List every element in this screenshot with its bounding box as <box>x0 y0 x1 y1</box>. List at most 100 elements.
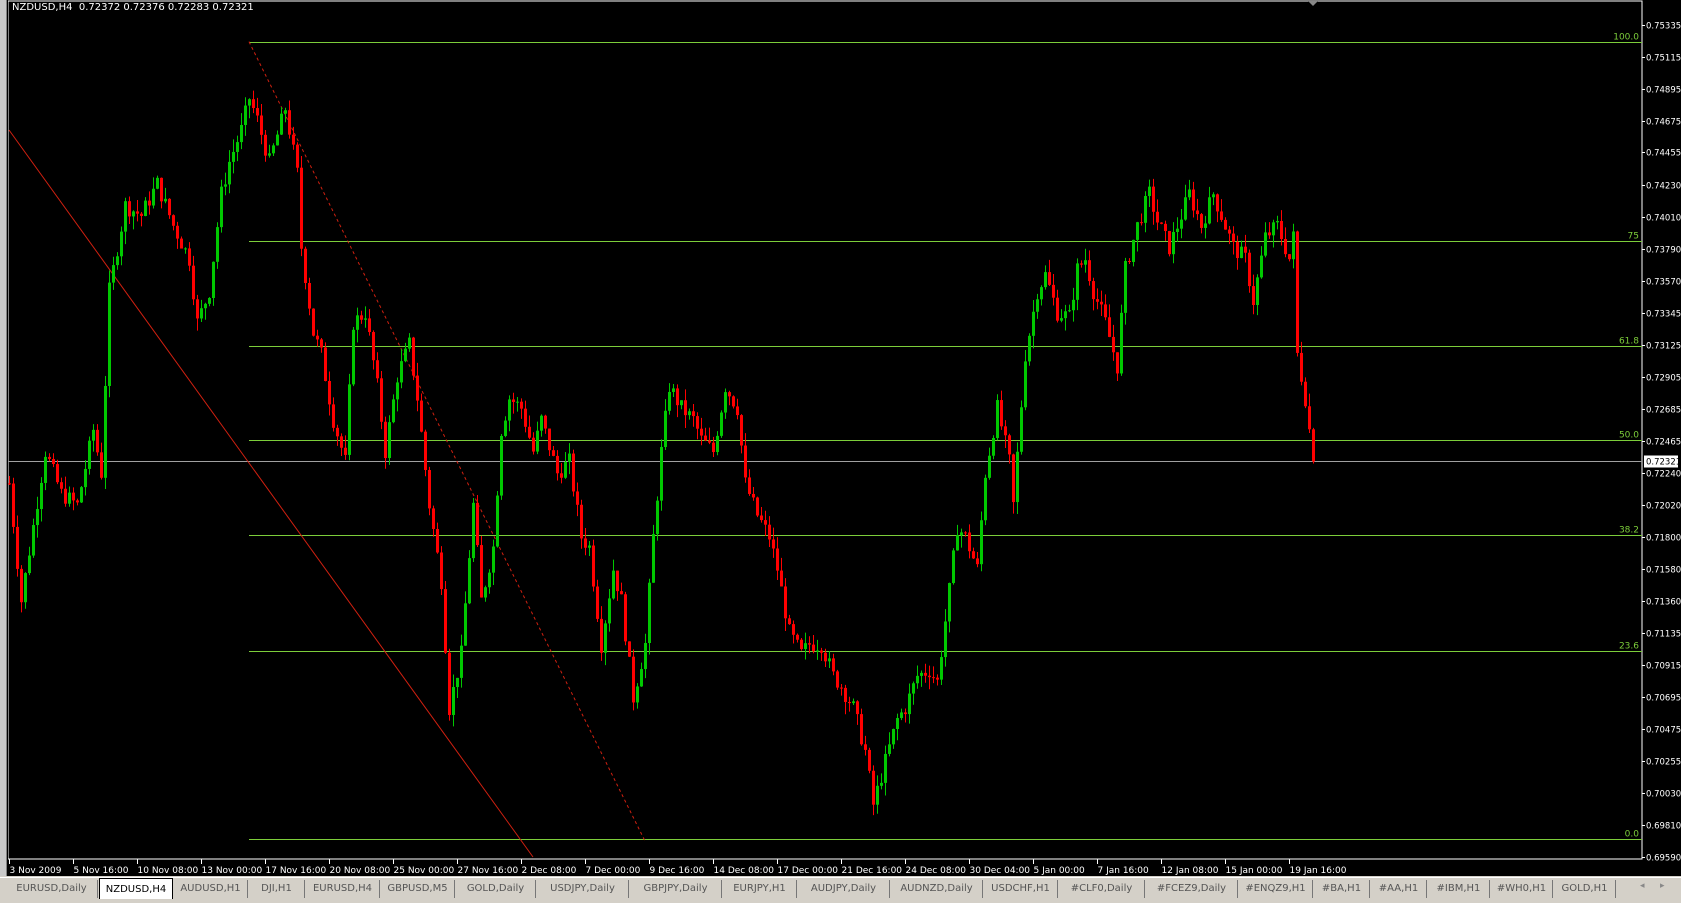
candle-body <box>1112 336 1115 353</box>
tab--clf0-daily[interactable]: #CLF0,Daily <box>1059 880 1145 898</box>
candle-body <box>600 618 603 653</box>
candle-body <box>120 231 123 257</box>
candle-body <box>228 161 231 185</box>
candle-body <box>588 545 591 548</box>
candle-body <box>852 701 855 704</box>
candle-body <box>1056 297 1059 321</box>
candle-body <box>980 520 983 565</box>
price-tick-label: 0.75335 <box>1646 22 1681 32</box>
candle-body <box>456 677 459 688</box>
candle-body <box>444 589 447 653</box>
tab-gold-daily[interactable]: GOLD,Daily <box>456 880 536 898</box>
candle-body <box>1104 304 1107 318</box>
price-tick-label: 0.69590 <box>1646 854 1681 864</box>
candle-body <box>100 452 103 478</box>
candle-body <box>1200 214 1203 228</box>
candle-body <box>1304 381 1307 407</box>
candle-body <box>96 429 99 453</box>
candle-body <box>560 473 563 478</box>
candle-body <box>160 177 163 202</box>
candle-body <box>1176 228 1179 232</box>
candle-body <box>880 782 883 786</box>
tab-dji-h1[interactable]: DJI,H1 <box>249 880 305 898</box>
time-tick-label: 7 Jan 16:00 <box>1098 866 1150 876</box>
chart-window[interactable]: 100.0 75 61.8 50.0 38.2 23.6 0.0 0.75335 0.75115… <box>0 0 1681 876</box>
candle-body <box>356 315 359 330</box>
tab-usdjpy-daily[interactable]: USDJPY,Daily <box>537 880 629 898</box>
candle-body <box>868 749 871 771</box>
candle-body <box>664 410 667 448</box>
candle-body <box>1268 232 1271 236</box>
trendline-solid <box>8 129 534 858</box>
tab-audjpy-daily[interactable]: AUDJPY,Daily <box>798 880 890 898</box>
candle-body <box>212 261 215 298</box>
candle-body <box>712 442 715 453</box>
candle-body <box>8 483 11 485</box>
candle-body <box>740 415 743 446</box>
candle-body <box>244 105 247 126</box>
price-chart[interactable]: 100.0 75 61.8 50.0 38.2 23.6 0.0 0.75335 0.75115… <box>8 0 1681 876</box>
time-tick-label: 15 Jan 00:00 <box>1226 866 1283 876</box>
tab--ibm-h1[interactable]: #IBM,H1 <box>1428 880 1490 898</box>
candle-body <box>1188 189 1191 198</box>
candle-body <box>1180 219 1183 229</box>
tab-eurusd-daily[interactable]: EURUSD,Daily <box>6 880 98 898</box>
candle-body <box>1008 435 1011 455</box>
tab-eurusd-h4[interactable]: EURUSD,H4 <box>306 880 380 898</box>
candle-body <box>172 215 175 226</box>
candle-body <box>476 502 479 546</box>
candle-body <box>304 248 307 283</box>
tab-audnzd-daily[interactable]: AUDNZD,Daily <box>891 880 983 898</box>
candle-body <box>288 110 291 135</box>
candle-body <box>1220 211 1223 220</box>
candle-body <box>904 712 907 715</box>
price-tick-label: 0.72465 <box>1646 438 1681 448</box>
candle-body <box>1012 454 1015 503</box>
tab--fcez9-daily[interactable]: #FCEZ9,Daily <box>1146 880 1238 898</box>
tab--ba-h1[interactable]: #BA,H1 <box>1314 880 1370 898</box>
candle-body <box>428 470 431 509</box>
candle-body <box>44 456 47 483</box>
candle-body <box>1260 255 1263 278</box>
candle-body <box>672 388 675 392</box>
candle-body <box>680 400 683 406</box>
candle-body <box>364 318 367 320</box>
tab-audusd-h1[interactable]: AUDUSD,H1 <box>174 880 248 898</box>
tab-scroll-left-button[interactable]: ◂ <box>1640 881 1645 891</box>
candle-body <box>932 677 935 679</box>
candle-body <box>116 256 119 266</box>
candle-body <box>864 744 867 750</box>
tab-eurjpy-h1[interactable]: EURJPY,H1 <box>723 880 797 898</box>
candle-body <box>1308 406 1311 430</box>
candle-body <box>208 297 211 304</box>
candle-body <box>332 404 335 428</box>
candle-body <box>424 431 427 471</box>
tab-nzdusd-h4[interactable]: NZDUSD,H4 <box>99 878 173 899</box>
price-tick-label: 0.70255 <box>1646 758 1681 768</box>
candle-body <box>528 426 531 438</box>
candle-body <box>1280 221 1283 240</box>
tab-gold-h1[interactable]: GOLD,H1 <box>1554 880 1616 898</box>
candle-body <box>320 339 323 348</box>
candle-body <box>276 134 279 146</box>
tab--wh0-h1[interactable]: #WH0,H1 <box>1491 880 1553 898</box>
candle-body <box>992 438 995 456</box>
candle-body <box>788 618 791 625</box>
candle-body <box>460 645 463 678</box>
tab-scroll-right-button[interactable]: ▸ <box>1660 881 1665 891</box>
tab--aa-h1[interactable]: #AA,H1 <box>1371 880 1427 898</box>
candle-body <box>956 535 959 551</box>
tab-usdchf-h1[interactable]: USDCHF,H1 <box>984 880 1058 898</box>
tab--enqz9-h1[interactable]: #ENQZ9,H1 <box>1239 880 1313 898</box>
candle-body <box>876 785 879 805</box>
candle-body <box>200 308 203 319</box>
candle-body <box>552 450 555 456</box>
tab-gbpjpy-daily[interactable]: GBPJPY,Daily <box>630 880 722 898</box>
candle-body <box>448 652 451 715</box>
candle-body <box>1128 260 1131 262</box>
candle-body <box>1024 361 1027 408</box>
candle-body <box>612 570 615 599</box>
candle-body <box>948 583 951 622</box>
tab-gbpusd-m5[interactable]: GBPUSD,M5 <box>381 880 455 898</box>
candle-body <box>604 623 607 653</box>
